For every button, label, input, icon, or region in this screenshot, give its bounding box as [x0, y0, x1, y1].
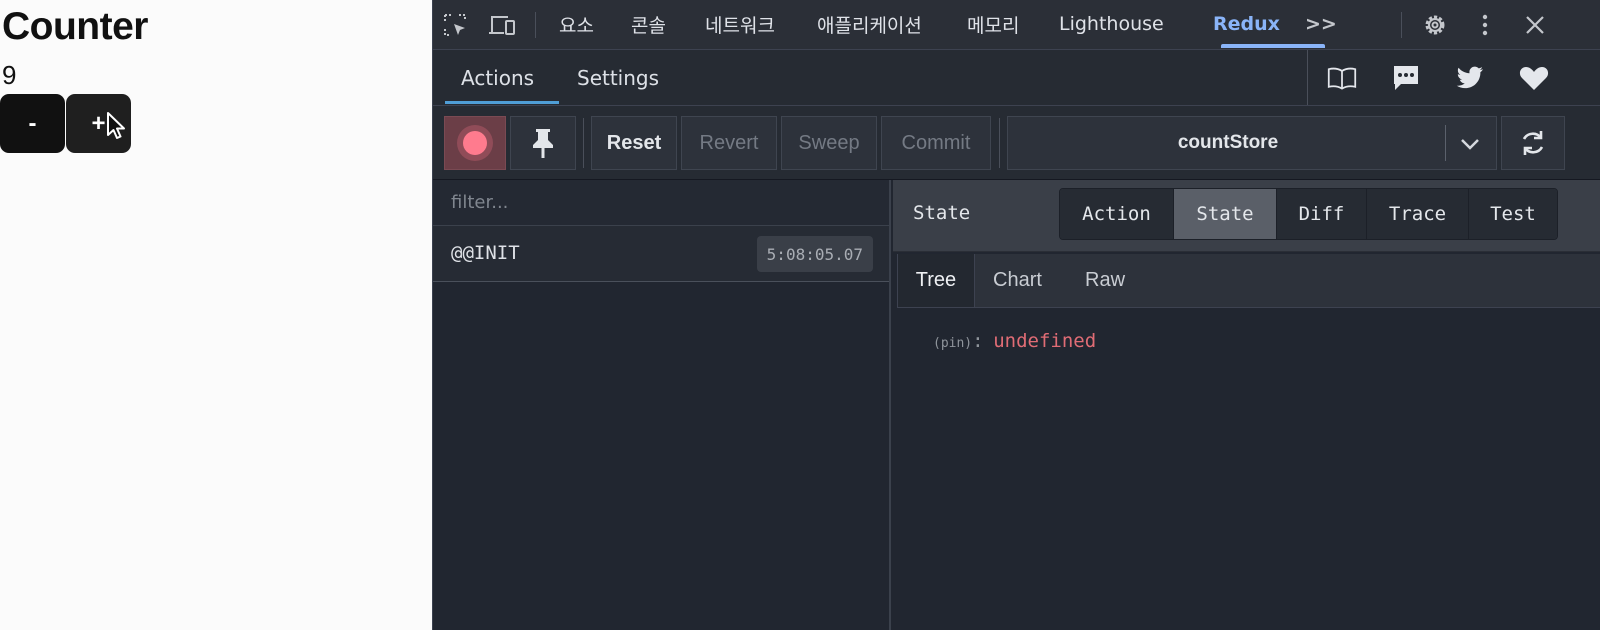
- redux-toolbar: Reset Revert Sweep Commit countStore: [433, 106, 1600, 180]
- book-icon[interactable]: [1327, 64, 1357, 92]
- chat-icon[interactable]: [1391, 64, 1421, 92]
- counter-app: Counter 9 - +: [0, 0, 432, 630]
- tab-actions[interactable]: Actions: [461, 50, 534, 105]
- tab-network[interactable]: 네트워크: [705, 0, 775, 48]
- inspector-mode-switch: Action State Diff Trace Test: [1059, 188, 1558, 240]
- toolbar-divider: [583, 118, 584, 168]
- inspector-pane: State Action State Diff Trace Test Tree …: [893, 180, 1600, 630]
- tree-node-colon: :: [972, 330, 984, 352]
- tree-node[interactable]: (pin): undefined: [933, 330, 1096, 352]
- store-select[interactable]: countStore: [1007, 116, 1497, 170]
- count-value: 9: [2, 60, 17, 90]
- tab-raw[interactable]: Raw: [1085, 254, 1125, 307]
- toolbar-divider: [535, 12, 536, 38]
- pin-button[interactable]: [510, 116, 576, 170]
- tab-application[interactable]: 애플리케이션: [817, 0, 922, 48]
- sync-icon: [1522, 131, 1544, 155]
- refresh-button[interactable]: [1501, 116, 1565, 170]
- filter-input[interactable]: filter...: [433, 180, 889, 226]
- record-button[interactable]: [444, 116, 506, 170]
- pin-icon: [533, 129, 553, 158]
- more-tabs-button[interactable]: >>: [1305, 0, 1337, 48]
- header-divider: [1307, 50, 1308, 105]
- inspect-element-icon[interactable]: [441, 11, 469, 39]
- inspector-header: State Action State Diff Trace Test: [893, 180, 1600, 252]
- tab-chart[interactable]: Chart: [993, 254, 1042, 307]
- tree-node-value: undefined: [993, 330, 1097, 352]
- heart-icon[interactable]: [1519, 64, 1549, 92]
- revert-button[interactable]: Revert: [681, 116, 777, 170]
- tab-console[interactable]: 콘솔: [631, 0, 666, 48]
- more-options-icon[interactable]: [1471, 11, 1499, 39]
- redux-tab-bar: Actions Settings: [433, 50, 1600, 106]
- state-tree: (pin): undefined: [897, 308, 1600, 630]
- store-select-value: countStore: [1177, 132, 1279, 153]
- toolbar-divider: [999, 118, 1000, 168]
- select-divider: [1445, 125, 1446, 161]
- commit-button[interactable]: Commit: [881, 116, 991, 170]
- tab-test[interactable]: Test: [1469, 189, 1557, 239]
- tab-diff[interactable]: Diff: [1277, 189, 1367, 239]
- action-name: @@INIT: [451, 242, 520, 264]
- tab-trace[interactable]: Trace: [1367, 189, 1469, 239]
- page-title: Counter: [2, 5, 149, 48]
- action-list-pane: filter... @@INIT 5:08:05.07: [433, 180, 891, 630]
- tree-node-key: (pin): [933, 336, 973, 351]
- twitter-icon[interactable]: [1455, 64, 1485, 92]
- tab-tree[interactable]: Tree: [897, 254, 975, 307]
- tab-lighthouse[interactable]: Lighthouse: [1059, 0, 1164, 48]
- list-item[interactable]: @@INIT 5:08:05.07: [433, 226, 889, 282]
- toolbar-divider: [1401, 12, 1402, 38]
- inspector-title: State: [913, 202, 971, 224]
- view-tab-bar: Tree Chart Raw: [897, 254, 1600, 308]
- devtools-tab-bar: 요소 콘솔 네트워크 애플리케이션 메모리 Lighthouse Redux >…: [433, 0, 1600, 50]
- devtools-panel: 요소 콘솔 네트워크 애플리케이션 메모리 Lighthouse Redux >…: [432, 0, 1600, 630]
- tab-redux[interactable]: Redux: [1213, 0, 1280, 48]
- settings-gear-icon[interactable]: [1421, 11, 1449, 39]
- sweep-button[interactable]: Sweep: [781, 116, 877, 170]
- mouse-cursor-icon: [107, 112, 125, 139]
- close-icon[interactable]: [1521, 11, 1549, 39]
- tab-action[interactable]: Action: [1060, 189, 1174, 239]
- tab-elements[interactable]: 요소: [559, 0, 594, 48]
- device-toolbar-icon[interactable]: [488, 11, 516, 39]
- action-timestamp: 5:08:05.07: [756, 236, 873, 272]
- chevron-down-icon: [1461, 139, 1479, 150]
- record-icon: [463, 131, 487, 155]
- tab-settings[interactable]: Settings: [577, 50, 659, 105]
- active-tab-indicator: [445, 101, 559, 104]
- reset-button[interactable]: Reset: [591, 116, 677, 170]
- tab-memory[interactable]: 메모리: [967, 0, 1019, 48]
- decrement-button[interactable]: -: [0, 94, 65, 153]
- tab-state[interactable]: State: [1174, 189, 1277, 239]
